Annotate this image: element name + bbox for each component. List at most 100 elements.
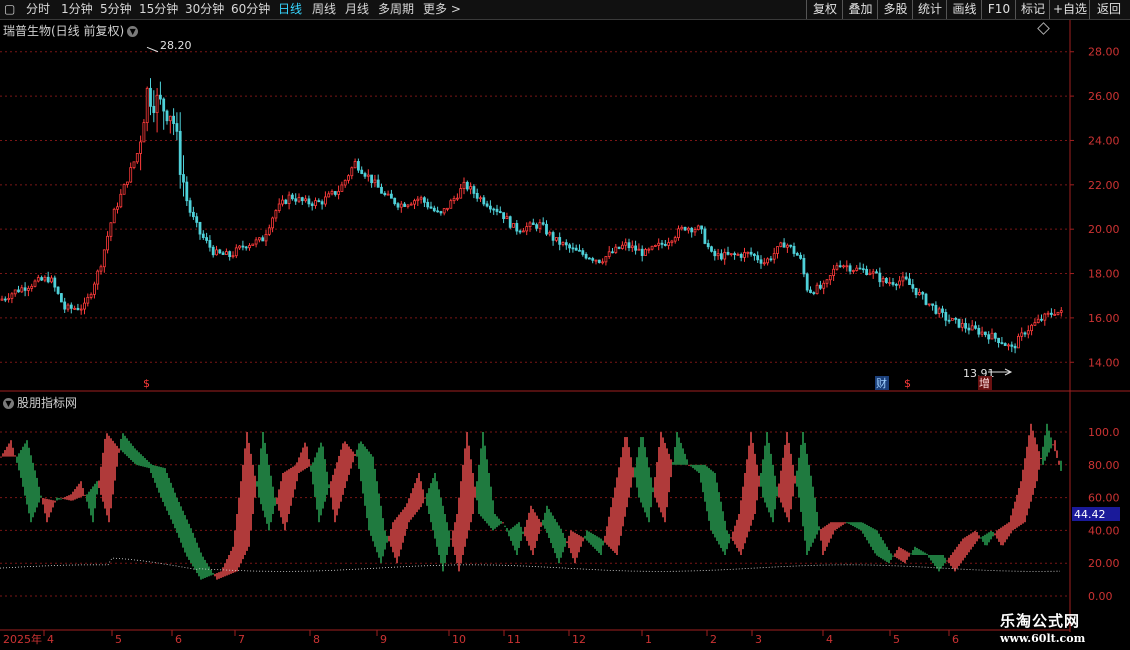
indicator-band-segment <box>832 522 834 535</box>
indicator-band-segment <box>34 470 36 513</box>
indicator-band-segment <box>144 458 146 468</box>
candle-body <box>894 283 898 286</box>
mark-button[interactable]: 标记 <box>1015 0 1050 19</box>
toolbar-icon-box[interactable]: ▢ <box>4 0 15 19</box>
candle-body <box>360 169 364 174</box>
candle-body <box>238 245 242 249</box>
indicator-band-segment <box>248 442 250 547</box>
candle-body <box>274 210 278 219</box>
chevron-down-icon[interactable]: ▼ <box>3 398 14 409</box>
draw-line-button[interactable]: 画线 <box>946 0 982 19</box>
indicator-band-segment <box>682 448 684 465</box>
indicator-band-segment <box>308 459 310 467</box>
add-watchlist-button[interactable]: +自选 <box>1049 0 1090 19</box>
indicator-band-segment <box>544 512 546 529</box>
indicator-band-segment <box>232 546 234 574</box>
indicator-band-segment <box>518 522 520 548</box>
tab-period-5min[interactable]: 5分钟 <box>100 0 132 19</box>
tab-period-monthly[interactable]: 月线 <box>345 0 369 19</box>
candle-body <box>528 222 532 227</box>
indicator-band-segment <box>282 473 284 524</box>
indicator-band-segment <box>774 475 776 510</box>
event-marker-finance[interactable]: 财 <box>876 376 887 390</box>
indicator-band-segment <box>548 509 550 538</box>
candle-body <box>422 197 426 203</box>
back-button[interactable]: 返回 <box>1089 0 1128 19</box>
candle-body <box>20 287 24 293</box>
event-marker-dividend-2[interactable]: $ <box>904 377 911 390</box>
candle-body <box>502 212 506 220</box>
indicator-band-segment <box>1016 494 1018 528</box>
indicator-band-segment <box>534 512 536 548</box>
event-marker-dividend[interactable]: $ <box>143 377 150 390</box>
candle-body <box>951 317 954 321</box>
candle-body <box>119 193 123 208</box>
indicator-band-segment <box>930 555 932 561</box>
indicator-band-segment <box>712 471 714 534</box>
time-axis-label: 6 <box>175 633 182 646</box>
tab-period-1min[interactable]: 1分钟 <box>61 0 93 19</box>
tab-period-60min[interactable]: 60分钟 <box>231 0 270 19</box>
event-marker-increase[interactable]: 增 <box>979 376 990 390</box>
candle-body <box>469 186 473 190</box>
tab-period-daily[interactable]: 日线 <box>278 0 302 19</box>
indicator-band-segment <box>1036 444 1038 482</box>
indicator-band-segment <box>950 555 952 566</box>
candle-body <box>1046 312 1050 315</box>
candle-body <box>667 242 670 246</box>
indicator-band-segment <box>82 488 84 497</box>
statistics-button[interactable]: 统计 <box>912 0 947 19</box>
candle-body <box>340 184 344 192</box>
indicator-band-segment <box>284 471 286 531</box>
indicator-band-segment <box>938 555 940 572</box>
time-axis-label: 11 <box>507 633 521 646</box>
indicator-tick-label: 20.00 <box>1088 557 1120 570</box>
candle-body <box>472 186 476 194</box>
indicator-band-segment <box>866 524 868 541</box>
candle-body <box>518 230 522 233</box>
indicator-band-segment <box>650 477 652 508</box>
candle-body <box>1040 318 1043 321</box>
indicator-band-segment <box>798 457 800 498</box>
candle-body <box>376 179 380 188</box>
candle-body <box>79 308 83 311</box>
indicator-band-segment <box>1044 435 1046 461</box>
indicator-band-segment <box>342 443 344 495</box>
candle-body <box>56 286 60 294</box>
indicator-band-segment <box>122 433 124 453</box>
indicator-band-segment <box>578 535 580 553</box>
indicator-band-segment <box>230 550 232 574</box>
indicator-band-segment <box>620 457 622 536</box>
diamond-icon[interactable] <box>1037 22 1050 35</box>
indicator-band-segment <box>920 550 922 555</box>
indicator-band-segment <box>240 481 242 564</box>
f10-button[interactable]: F10 <box>981 0 1016 19</box>
indicator-band-segment <box>814 497 816 539</box>
indicator-band-segment <box>302 447 304 471</box>
indicator-band-segment <box>118 448 120 453</box>
indicator-band-segment <box>300 452 302 472</box>
tab-period-fenshi[interactable]: 分时 <box>26 0 50 19</box>
tab-period-weekly[interactable]: 周线 <box>312 0 336 19</box>
fuquan-button[interactable]: 复权 <box>806 0 843 19</box>
candle-body <box>1017 335 1020 349</box>
tab-period-more[interactable]: 更多 > <box>423 0 461 19</box>
indicator-band-segment <box>234 530 236 573</box>
multi-stock-button[interactable]: 多股 <box>877 0 913 19</box>
indicator-band-segment <box>704 464 706 502</box>
tab-period-15min[interactable]: 15分钟 <box>139 0 178 19</box>
indicator-band-segment <box>1038 451 1040 470</box>
candle-body <box>927 303 931 306</box>
indicator-band-segment <box>732 531 734 541</box>
indicator-band-segment <box>558 525 560 564</box>
candle-body <box>726 251 730 255</box>
candle-body <box>93 283 96 295</box>
candle-body <box>505 216 509 220</box>
indicator-band-segment <box>94 483 96 509</box>
overlay-button[interactable]: 叠加 <box>842 0 878 19</box>
indicator-band-segment <box>402 509 404 543</box>
candle-body <box>1030 324 1033 332</box>
tab-period-multi[interactable]: 多周期 <box>378 0 414 19</box>
chevron-down-icon[interactable]: ▼ <box>127 26 139 37</box>
tab-period-30min[interactable]: 30分钟 <box>185 0 224 19</box>
